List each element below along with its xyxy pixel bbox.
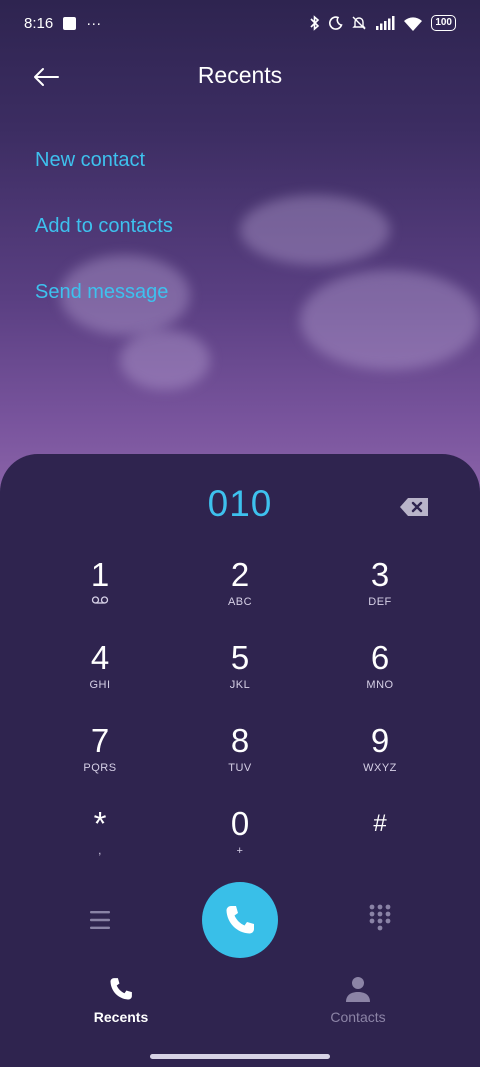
wifi-icon: [404, 16, 423, 31]
cloud-shape: [300, 270, 480, 370]
key-star[interactable]: * ,: [30, 804, 170, 887]
tab-label: Contacts: [330, 1009, 386, 1025]
key-hash[interactable]: #: [310, 804, 450, 887]
key-digit: #: [373, 810, 387, 837]
moon-icon: [329, 16, 343, 30]
notification-icon: [63, 16, 77, 30]
home-indicator[interactable]: [150, 1054, 330, 1059]
key-digit: 7: [90, 722, 110, 759]
key-digit: 2: [230, 556, 250, 593]
menu-button[interactable]: [84, 906, 116, 934]
key-letters: ABC: [227, 596, 253, 608]
page-title: Recents: [197, 62, 283, 88]
key-digit: 1: [90, 556, 110, 593]
bluetooth-icon: [310, 15, 320, 31]
key-8[interactable]: 8 TUV: [170, 721, 310, 804]
backspace-icon: [400, 498, 428, 516]
key-letters: +: [236, 845, 244, 857]
call-controls: [0, 882, 480, 958]
dialpad-toggle-button[interactable]: [364, 902, 396, 936]
key-7[interactable]: 7 PQRS: [30, 721, 170, 804]
battery-indicator: 100: [431, 15, 456, 31]
key-digit: 4: [90, 639, 110, 676]
bottom-tab-bar: Recents Contacts: [0, 975, 480, 1035]
key-9[interactable]: 9 WXYZ: [310, 721, 450, 804]
key-digit: 5: [230, 639, 250, 676]
status-bar: 8:16 ··· 100: [0, 0, 480, 46]
key-letters: WXYZ: [363, 762, 397, 774]
backspace-button[interactable]: [398, 494, 432, 520]
status-time: 8:16: [24, 14, 54, 32]
dialpad-icon: [369, 904, 391, 931]
cloud-shape: [120, 330, 210, 390]
key-digit: 6: [370, 639, 390, 676]
header: Recents: [0, 50, 480, 104]
key-digit: 8: [230, 722, 250, 759]
key-letters: GHI: [89, 679, 111, 691]
key-5[interactable]: 5 JKL: [170, 638, 310, 721]
key-digit: *: [93, 805, 107, 842]
mute-icon: [352, 16, 367, 30]
key-letters: TUV: [228, 762, 252, 774]
tab-contacts[interactable]: Contacts: [288, 975, 428, 1025]
key-letters: PQRS: [83, 762, 117, 774]
tab-label: Recents: [93, 1009, 149, 1025]
tab-recents[interactable]: Recents: [51, 975, 191, 1025]
keypad: 1 2 ABC 3 DEF 4 GHI 5 JKL 6 MNO 7 PQRS 8…: [30, 555, 450, 887]
key-4[interactable]: 4 GHI: [30, 638, 170, 721]
key-3[interactable]: 3 DEF: [310, 555, 450, 638]
number-actions: New contact Add to contacts Send message: [35, 140, 173, 338]
key-digit: 0: [230, 805, 250, 842]
key-letters: ,: [98, 845, 102, 857]
phone-icon: [110, 978, 132, 1000]
key-6[interactable]: 6 MNO: [310, 638, 450, 721]
person-icon: [346, 977, 370, 1002]
key-letters: DEF: [368, 596, 392, 608]
send-message-link[interactable]: Send message: [35, 272, 173, 338]
key-letters: MNO: [366, 679, 394, 691]
key-letters: JKL: [229, 679, 251, 691]
signal-icon: [376, 16, 395, 30]
cloud-shape: [240, 195, 390, 265]
phone-icon: [226, 906, 254, 934]
hamburger-menu-icon: [90, 911, 110, 929]
key-digit: 9: [370, 722, 390, 759]
key-0[interactable]: 0 +: [170, 804, 310, 887]
voicemail-icon: [91, 596, 109, 604]
call-button[interactable]: [202, 882, 278, 958]
key-digit: 3: [370, 556, 390, 593]
more-notifications-icon: ···: [86, 14, 102, 32]
key-2[interactable]: 2 ABC: [170, 555, 310, 638]
key-1[interactable]: 1: [30, 555, 170, 638]
new-contact-link[interactable]: New contact: [35, 140, 173, 206]
add-to-contacts-link[interactable]: Add to contacts: [35, 206, 173, 272]
